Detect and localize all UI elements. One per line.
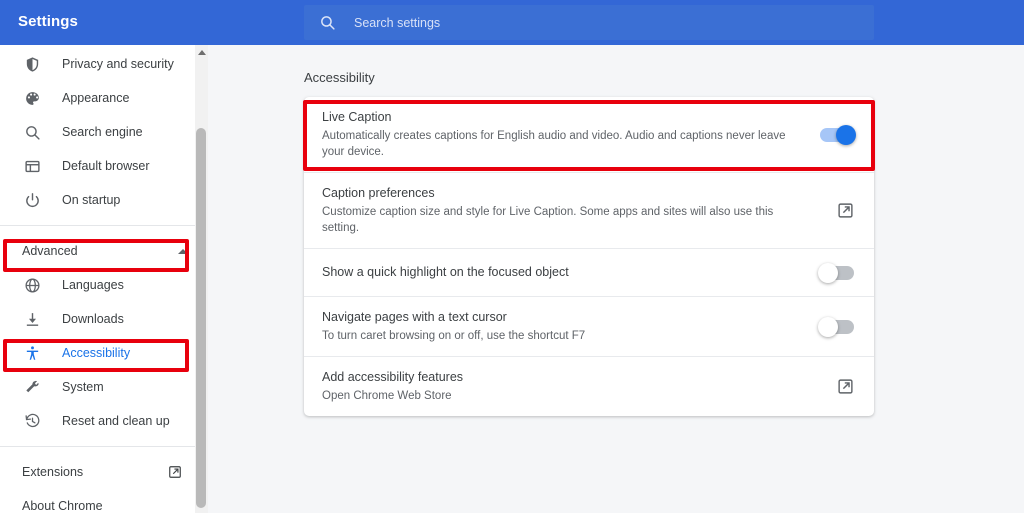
chevron-up-icon	[178, 248, 188, 254]
row-title: Caption preferences	[322, 186, 435, 200]
search-icon	[22, 122, 42, 142]
page-title: Settings	[18, 13, 78, 30]
palette-icon	[22, 88, 42, 108]
sidebar-item-about-chrome[interactable]: About Chrome	[0, 489, 204, 513]
sidebar-item-on-startup[interactable]: On startup	[0, 183, 204, 217]
sidebar-item-label: Privacy and security	[62, 57, 174, 71]
sidebar-item-label: System	[62, 380, 104, 394]
sidebar-item-advanced[interactable]: Advanced	[0, 234, 204, 268]
sidebar-item-reset-and-clean-up[interactable]: Reset and clean up	[0, 404, 204, 438]
row-text: Add accessibility features Open Chrome W…	[322, 357, 463, 416]
row-text: Navigate pages with a text cursor To tur…	[322, 297, 585, 356]
row-subtitle: To turn caret browsing on or off, use th…	[322, 330, 586, 342]
settings-header: Settings Search settings	[0, 0, 1024, 45]
row-add-accessibility-features[interactable]: Add accessibility features Open Chrome W…	[304, 357, 874, 416]
toggle-knob	[818, 316, 838, 337]
sidebar-item-accessibility[interactable]: Accessibility	[0, 336, 204, 370]
sidebar-item-extensions[interactable]: Extensions	[0, 455, 204, 489]
toggle-knob	[836, 124, 856, 145]
quick-highlight-toggle[interactable]	[818, 262, 854, 283]
browser-window-icon	[22, 156, 42, 176]
row-subtitle: Automatically creates captions for Engli…	[322, 130, 786, 158]
row-title: Add accessibility features	[322, 370, 464, 384]
sidebar-item-label: Default browser	[62, 159, 150, 173]
wrench-icon	[22, 377, 42, 397]
row-navigate-with-text-cursor[interactable]: Navigate pages with a text cursor To tur…	[304, 297, 874, 357]
row-caption-preferences[interactable]: Caption preferences Customize caption si…	[304, 173, 874, 249]
scrollbar-thumb[interactable]	[196, 128, 206, 508]
row-live-caption[interactable]: Live Caption Automatically creates capti…	[304, 97, 874, 173]
row-show-quick-highlight[interactable]: Show a quick highlight on the focused ob…	[304, 249, 874, 297]
settings-content: Accessibility Live Caption Automatically…	[208, 45, 1024, 513]
search-input[interactable]: Search settings	[354, 16, 440, 30]
sidebar-item-downloads[interactable]: Downloads	[0, 302, 204, 336]
sidebar-divider	[0, 225, 204, 226]
sidebar-item-label: Reset and clean up	[62, 414, 170, 428]
sidebar-item-privacy-and-security[interactable]: Privacy and security	[0, 47, 204, 81]
row-subtitle: Open Chrome Web Store	[322, 390, 452, 402]
row-subtitle: Customize caption size and style for Liv…	[322, 206, 774, 234]
row-text: Caption preferences Customize caption si…	[322, 173, 802, 248]
accessibility-settings-card: Live Caption Automatically creates capti…	[304, 97, 874, 416]
sidebar-item-appearance[interactable]: Appearance	[0, 81, 204, 115]
sidebar-item-label: Languages	[62, 278, 124, 292]
download-icon	[22, 309, 42, 329]
row-control	[837, 378, 854, 395]
history-restore-icon	[22, 411, 42, 431]
search-icon	[318, 14, 336, 32]
sidebar-item-label: Downloads	[62, 312, 124, 326]
sidebar-divider-bottom	[0, 446, 204, 447]
search-settings-box[interactable]: Search settings	[304, 5, 874, 40]
sidebar-item-label: Extensions	[22, 465, 84, 479]
row-control	[818, 262, 854, 283]
sidebar-item-label: Search engine	[62, 125, 143, 139]
toggle-knob	[818, 262, 838, 283]
sidebar-item-search-engine[interactable]: Search engine	[0, 115, 204, 149]
sidebar-item-label: Appearance	[62, 91, 130, 105]
sidebar-item-autofill[interactable]: Autofill	[0, 45, 204, 47]
power-icon	[22, 190, 42, 210]
row-text: Live Caption Automatically creates capti…	[322, 97, 802, 172]
external-link-icon[interactable]	[168, 465, 182, 479]
external-link-icon[interactable]	[837, 202, 854, 219]
sidebar-item-label: Advanced	[22, 244, 78, 258]
scroll-up-arrow-icon[interactable]	[198, 50, 206, 55]
sidebar-item-label: Accessibility	[62, 346, 131, 360]
row-control	[837, 202, 854, 219]
row-control	[818, 316, 854, 337]
row-title: Navigate pages with a text cursor	[322, 310, 507, 324]
globe-icon	[22, 275, 42, 295]
accessibility-person-icon	[22, 343, 42, 363]
row-control	[820, 124, 856, 145]
section-title-accessibility: Accessibility	[304, 70, 375, 85]
sidebar-item-default-browser[interactable]: Default browser	[0, 149, 204, 183]
shield-icon	[22, 54, 42, 74]
row-title: Live Caption	[322, 110, 392, 124]
sidebar-scrollbar[interactable]	[195, 45, 208, 513]
row-text: Show a quick highlight on the focused ob…	[322, 252, 569, 293]
external-link-icon[interactable]	[837, 378, 854, 395]
row-title: Show a quick highlight on the focused ob…	[322, 265, 569, 279]
sidebar-item-languages[interactable]: Languages	[0, 268, 204, 302]
sidebar-item-label: On startup	[62, 193, 121, 207]
settings-sidebar: Autofill Privacy and security Appearance…	[0, 45, 204, 513]
sidebar-item-label: About Chrome	[22, 499, 103, 513]
credit-card-icon	[22, 45, 42, 47]
live-caption-toggle[interactable]	[820, 124, 856, 145]
caret-browsing-toggle[interactable]	[818, 316, 854, 337]
sidebar-item-system[interactable]: System	[0, 370, 204, 404]
